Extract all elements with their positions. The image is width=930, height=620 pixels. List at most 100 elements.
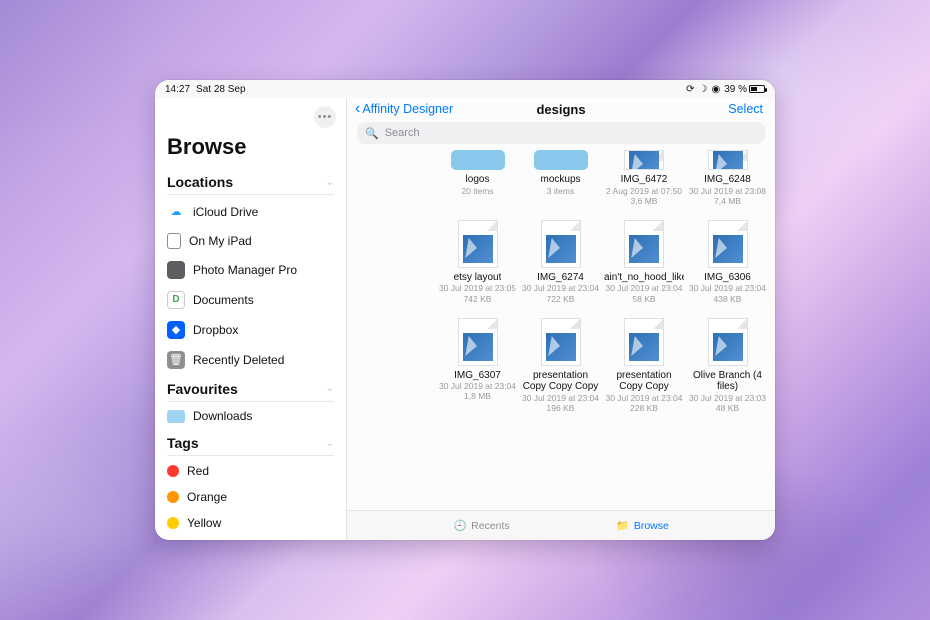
trash-icon: 🗑 xyxy=(167,351,185,369)
back-button[interactable]: ‹ Affinity Designer xyxy=(355,101,453,117)
battery-percent: 39 % xyxy=(724,84,747,95)
back-label: Affinity Designer xyxy=(362,102,453,116)
status-date: Sat 28 Sep xyxy=(196,84,245,95)
item-size: 722 KB xyxy=(547,294,575,304)
sidebar-item-label: Dropbox xyxy=(193,323,334,337)
sidebar-tag-orange[interactable]: Orange xyxy=(155,484,346,510)
section-tags[interactable]: Tags ⌄ xyxy=(155,429,346,453)
grid-item-file[interactable]: etsy layout 30 Jul 2019 at 23:05 742 KB xyxy=(438,220,517,304)
documents-app-icon: D xyxy=(167,291,185,309)
item-meta: 3 items xyxy=(547,186,574,196)
sidebar-item-recently-deleted[interactable]: 🗑 Recently Deleted xyxy=(155,345,346,375)
item-meta: 2 Aug 2019 at 07:50 xyxy=(606,186,682,196)
item-size: 7,4 MB xyxy=(714,196,741,206)
item-meta: 30 Jul 2019 at 23:04 xyxy=(439,381,516,391)
select-button[interactable]: Select xyxy=(728,102,763,116)
sidebar-item-photo-manager-pro[interactable]: Photo Manager Pro xyxy=(155,255,346,285)
file-icon xyxy=(624,318,664,366)
item-size: 1,8 MB xyxy=(464,391,491,401)
tab-browse[interactable]: 📁 Browse xyxy=(616,520,669,532)
grid-item-folder[interactable]: logos 20 items xyxy=(438,150,517,206)
divider xyxy=(167,401,334,402)
item-size: 3,6 MB xyxy=(631,196,658,206)
item-size: 228 KB xyxy=(630,403,658,413)
grid-item-file[interactable]: presentation Copy Copy Copy 30 Jul 2019 … xyxy=(521,318,600,413)
sidebar-item-on-my-ipad[interactable]: On My iPad xyxy=(155,227,346,255)
search-placeholder: Search xyxy=(385,127,420,139)
sidebar-item-label: Orange xyxy=(187,490,334,504)
search-input[interactable]: 🔍 Search xyxy=(357,122,765,144)
icloud-icon: ☁︎ xyxy=(167,203,185,221)
main-pane: ‹ Affinity Designer designs Select 🔍 Sea… xyxy=(347,98,775,540)
sidebar-item-label: On My iPad xyxy=(189,234,334,248)
sidebar-tag-yellow[interactable]: Yellow xyxy=(155,510,346,536)
sidebar-item-label: Photo Manager Pro xyxy=(193,263,334,277)
sidebar-tag-red[interactable]: Red xyxy=(155,458,346,484)
nav-bar: ‹ Affinity Designer designs Select xyxy=(347,98,775,118)
item-meta: 30 Jul 2019 at 23:04 xyxy=(605,283,682,293)
item-size: 58 KB xyxy=(632,294,655,304)
tab-label: Browse xyxy=(634,520,669,532)
item-size: 48 KB xyxy=(716,403,739,413)
status-bar: 14:27 Sat 28 Sep ⟳ ☽ ◉ 39 % xyxy=(155,80,775,98)
grid-item-file[interactable]: IMG_6472 2 Aug 2019 at 07:50 3,6 MB xyxy=(604,150,684,206)
grid-item-file[interactable]: IMG_6248 30 Jul 2019 at 23:08 7,4 MB xyxy=(688,150,767,206)
sidebar: ••• Browse Locations ⌄ ☁︎ iCloud Drive O… xyxy=(155,98,347,540)
section-favourites[interactable]: Favourites ⌄ xyxy=(155,375,346,399)
tag-dot-icon xyxy=(167,491,179,503)
tag-dot-icon xyxy=(167,465,179,477)
file-icon xyxy=(458,220,498,268)
divider xyxy=(167,194,334,195)
chevron-down-icon: ⌄ xyxy=(326,438,334,449)
sidebar-item-dropbox[interactable]: ◆ Dropbox xyxy=(155,315,346,345)
section-label: Favourites xyxy=(167,381,238,397)
sidebar-item-label: Recently Deleted xyxy=(193,353,334,367)
divider xyxy=(167,455,334,456)
tag-dot-icon xyxy=(167,517,179,529)
file-icon xyxy=(624,220,664,268)
item-name: IMG_6307 xyxy=(454,370,501,382)
item-name: ain't_no_hood_like_fatherhood xyxy=(604,272,684,284)
file-icon xyxy=(541,220,581,268)
folder-icon: 📁 xyxy=(616,520,630,532)
grid-item-file[interactable]: Olive Branch (4 files) 30 Jul 2019 at 23… xyxy=(688,318,767,413)
item-name: IMG_6274 xyxy=(537,272,584,284)
file-grid[interactable]: logos 20 items mockups 3 items IMG_6472 … xyxy=(347,150,775,510)
grid-item-file[interactable]: IMG_6274 30 Jul 2019 at 23:04 722 KB xyxy=(521,220,600,304)
dropbox-icon: ◆ xyxy=(167,321,185,339)
file-icon xyxy=(708,150,748,170)
item-name: IMG_6472 xyxy=(621,174,668,186)
item-name: presentation Copy Copy xyxy=(604,370,684,393)
grid-item-file[interactable]: IMG_6306 30 Jul 2019 at 23:04 438 KB xyxy=(688,220,767,304)
sidebar-item-label: Red xyxy=(187,464,334,478)
file-icon xyxy=(458,318,498,366)
file-icon xyxy=(541,318,581,366)
item-size: 742 KB xyxy=(464,294,492,304)
grid-item-folder[interactable]: mockups 3 items xyxy=(521,150,600,206)
section-label: Tags xyxy=(167,435,199,451)
item-meta: 30 Jul 2019 at 23:04 xyxy=(522,283,599,293)
item-name: IMG_6306 xyxy=(704,272,751,284)
grid-item-file[interactable]: presentation Copy Copy 30 Jul 2019 at 23… xyxy=(604,318,684,413)
tab-recents[interactable]: 🕘 Recents xyxy=(453,520,510,532)
grid-item-file[interactable]: ain't_no_hood_like_fatherhood 30 Jul 201… xyxy=(604,220,684,304)
battery-indicator: 39 % xyxy=(724,84,765,95)
grid-item-file[interactable]: IMG_6307 30 Jul 2019 at 23:04 1,8 MB xyxy=(438,318,517,413)
sidebar-item-icloud-drive[interactable]: ☁︎ iCloud Drive xyxy=(155,197,346,227)
status-time: 14:27 xyxy=(165,84,190,95)
folder-icon xyxy=(451,150,505,170)
item-meta: 30 Jul 2019 at 23:08 xyxy=(689,186,766,196)
orientation-lock-icon: ⟳ xyxy=(686,84,694,95)
folder-icon xyxy=(534,150,588,170)
section-locations[interactable]: Locations ⌄ xyxy=(155,168,346,192)
chevron-down-icon: ⌄ xyxy=(326,177,334,188)
more-button[interactable]: ••• xyxy=(314,106,336,128)
item-size: 196 KB xyxy=(547,403,575,413)
sidebar-item-documents[interactable]: D Documents xyxy=(155,285,346,315)
search-icon: 🔍 xyxy=(365,127,379,140)
item-name: IMG_6248 xyxy=(704,174,751,186)
sidebar-item-downloads[interactable]: Downloads xyxy=(155,403,346,429)
item-meta: 30 Jul 2019 at 23:04 xyxy=(605,393,682,403)
sidebar-item-label: Documents xyxy=(193,293,334,307)
sidebar-title: Browse xyxy=(155,132,346,168)
